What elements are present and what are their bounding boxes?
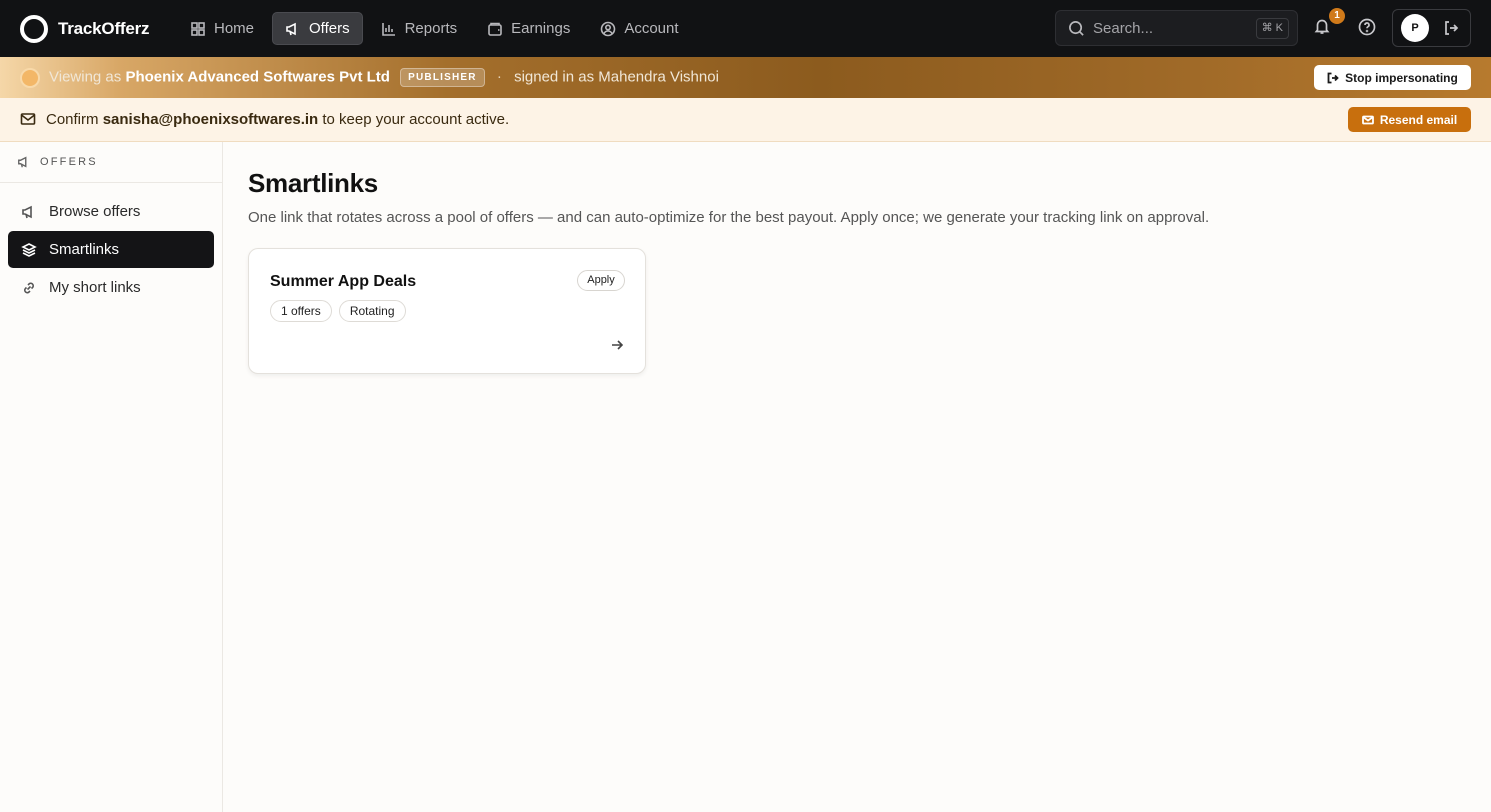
megaphone-icon bbox=[286, 22, 296, 35]
sidebar-item-label: Smartlinks bbox=[49, 241, 120, 258]
page-title: Smartlinks bbox=[248, 168, 378, 198]
stop-impersonating-label: Stop impersonating bbox=[1345, 70, 1458, 85]
impersonation-banner: Viewing as Phoenix Advanced Softwares Pv… bbox=[0, 57, 1491, 98]
sidebar-item-my-short-links[interactable]: My short links bbox=[8, 269, 214, 306]
nav-item-home[interactable]: Home bbox=[178, 12, 266, 45]
separator-dot: · bbox=[496, 68, 502, 86]
signed-in-text: signed in as Mahendra Vishnoi bbox=[514, 68, 719, 86]
mail-icon bbox=[20, 111, 37, 128]
sidebar: OFFERS Browse offers Smartlinks My short… bbox=[0, 142, 223, 812]
apply-button[interactable]: Apply bbox=[577, 270, 625, 291]
main-nav: Home Offers Reports Earnings Account bbox=[178, 12, 697, 45]
impersonation-status-icon bbox=[20, 67, 40, 88]
brand-logo-icon bbox=[20, 14, 48, 43]
mail-icon bbox=[1361, 115, 1374, 124]
wallet-icon bbox=[488, 22, 502, 36]
notifications-button[interactable]: 1 bbox=[1313, 8, 1345, 39]
sidebar-item-label: My short links bbox=[49, 279, 141, 296]
brand-name: TrackOfferz bbox=[58, 18, 150, 38]
confirm-email-address: sanisha@phoenixsoftwares.in bbox=[102, 111, 319, 128]
megaphone-icon bbox=[22, 205, 32, 218]
avatar[interactable]: P bbox=[1401, 14, 1429, 42]
confirm-email-banner: Confirm sanisha@phoenixsoftwares.in to k… bbox=[0, 98, 1491, 142]
sidebar-items: Browse offers Smartlinks My short links bbox=[0, 183, 222, 317]
layers-icon bbox=[21, 242, 37, 257]
main-content: Smartlinks One link that rotates across … bbox=[248, 168, 1468, 374]
logout-button[interactable] bbox=[1443, 20, 1459, 36]
smartlink-card-chips: 1 offers Rotating bbox=[270, 300, 413, 322]
bell-icon bbox=[1314, 19, 1330, 34]
megaphone-icon bbox=[18, 156, 27, 168]
sidebar-item-label: Browse offers bbox=[49, 203, 141, 220]
confirm-prefix: Confirm bbox=[46, 111, 99, 128]
logout-icon bbox=[1445, 21, 1459, 35]
arrow-right-icon[interactable] bbox=[610, 338, 624, 352]
confirm-email-text: Confirm sanisha@phoenixsoftwares.in to k… bbox=[46, 111, 509, 128]
confirm-suffix: to keep your account active. bbox=[322, 111, 510, 128]
user-menu: P bbox=[1392, 9, 1471, 47]
help-button[interactable] bbox=[1358, 18, 1378, 38]
impersonation-prefix: Viewing as bbox=[49, 68, 122, 86]
mode-chip: Rotating bbox=[338, 300, 406, 322]
nav-item-label: Earnings bbox=[511, 20, 571, 37]
smartlink-card[interactable]: Summer App Deals Apply 1 offers Rotating bbox=[248, 248, 646, 374]
top-navbar: TrackOfferz Home Offers Reports Earnings… bbox=[0, 0, 1491, 57]
search-input[interactable] bbox=[1093, 19, 1253, 37]
sidebar-item-smartlinks[interactable]: Smartlinks bbox=[8, 231, 214, 268]
link-icon bbox=[24, 282, 34, 293]
nav-item-earnings[interactable]: Earnings bbox=[475, 12, 582, 45]
search-icon bbox=[1069, 20, 1084, 36]
bar-chart-icon bbox=[381, 22, 395, 36]
sidebar-section-label: OFFERS bbox=[40, 156, 98, 168]
nav-item-label: Offers bbox=[309, 20, 350, 37]
user-circle-icon bbox=[601, 21, 616, 36]
nav-item-offers[interactable]: Offers bbox=[272, 12, 363, 45]
sidebar-section-header: OFFERS bbox=[0, 142, 222, 183]
search-box[interactable]: ⌘ K bbox=[1055, 10, 1298, 46]
nav-item-account[interactable]: Account bbox=[588, 12, 690, 45]
role-badge: PUBLISHER bbox=[400, 68, 485, 87]
resend-email-label: Resend email bbox=[1379, 112, 1458, 127]
brand[interactable]: TrackOfferz bbox=[20, 14, 178, 43]
offer-count-chip: 1 offers bbox=[270, 300, 332, 322]
stop-impersonating-button[interactable]: Stop impersonating bbox=[1314, 65, 1471, 90]
nav-item-label: Home bbox=[214, 20, 255, 37]
page-description: One link that rotates across a pool of o… bbox=[248, 209, 1210, 226]
impersonated-company: Phoenix Advanced Softwares Pvt Ltd bbox=[125, 68, 390, 86]
search-shortcut-hint: ⌘ K bbox=[1255, 18, 1289, 39]
smartlink-card-title: Summer App Deals bbox=[270, 273, 417, 290]
help-circle-icon bbox=[1358, 18, 1376, 36]
impersonation-text: Viewing as Phoenix Advanced Softwares Pv… bbox=[49, 68, 719, 87]
sidebar-item-browse-offers[interactable]: Browse offers bbox=[8, 193, 214, 230]
nav-item-label: Account bbox=[624, 20, 679, 37]
exit-icon bbox=[1327, 72, 1339, 83]
nav-item-reports[interactable]: Reports bbox=[369, 12, 470, 45]
nav-item-label: Reports bbox=[404, 20, 458, 37]
grid-icon bbox=[191, 21, 205, 36]
resend-email-button[interactable]: Resend email bbox=[1348, 107, 1471, 132]
notification-count-badge: 1 bbox=[1329, 8, 1345, 24]
